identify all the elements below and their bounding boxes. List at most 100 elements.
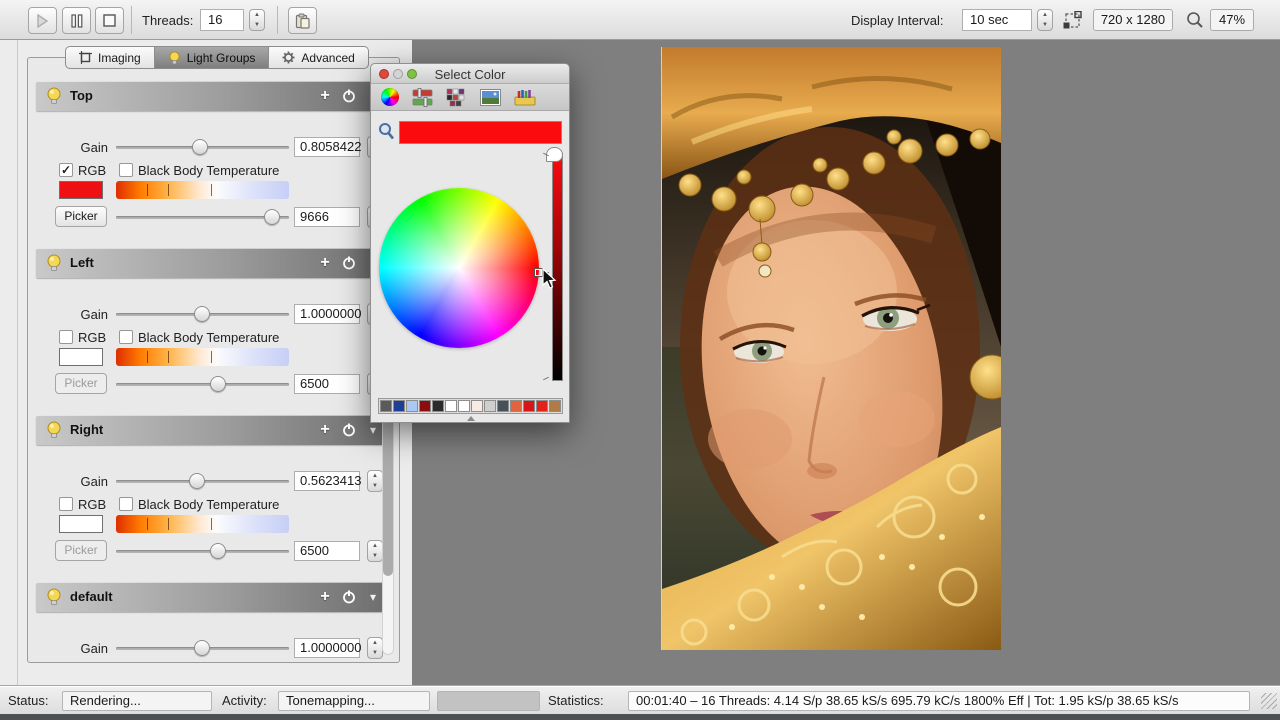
rgb-color-swatch[interactable]: [59, 515, 103, 533]
pause-button[interactable]: [62, 7, 91, 34]
slider-thumb[interactable]: [192, 139, 208, 155]
saved-swatch[interactable]: [523, 400, 535, 412]
color-wheel-tab-icon[interactable]: [381, 88, 399, 106]
lightbulb-icon: [46, 254, 63, 272]
rgb-checkbox[interactable]: [59, 330, 73, 344]
blackbody-gradient-bar[interactable]: [116, 515, 289, 533]
gain-slider[interactable]: [116, 139, 289, 155]
power-icon: [342, 423, 356, 437]
slider-track: [116, 550, 289, 553]
zoom-icon[interactable]: [1186, 11, 1204, 29]
brightness-slider[interactable]: [552, 153, 563, 381]
saved-swatch[interactable]: [406, 400, 418, 412]
light-group-section: Top + ▾ Gain 0.8058422 ▲▼ ✓ RGB Black Bo…: [36, 81, 383, 248]
saved-swatch[interactable]: [432, 400, 444, 412]
light-group-header[interactable]: Top + ▾: [36, 81, 383, 111]
saved-swatch[interactable]: [380, 400, 392, 412]
gain-stepper[interactable]: ▲▼: [367, 637, 383, 659]
gain-value-field[interactable]: 0.8058422: [294, 137, 360, 157]
crayons-icon[interactable]: [514, 88, 536, 106]
slider-thumb[interactable]: [210, 376, 226, 392]
saved-swatch[interactable]: [445, 400, 457, 412]
copy-button[interactable]: [288, 7, 317, 34]
light-group-name: Top: [70, 88, 93, 103]
rgb-checkbox[interactable]: ✓: [59, 163, 73, 177]
dialog-titlebar[interactable]: Select Color: [371, 64, 569, 84]
light-group-header[interactable]: default + ▾: [36, 582, 383, 612]
saved-swatch[interactable]: [549, 400, 561, 412]
saved-swatch[interactable]: [497, 400, 509, 412]
power-toggle-button[interactable]: [340, 421, 358, 439]
slider-thumb[interactable]: [189, 473, 205, 489]
add-light-group-button[interactable]: +: [316, 254, 334, 272]
saved-swatch[interactable]: [471, 400, 483, 412]
saved-swatch[interactable]: [393, 400, 405, 412]
blackbody-gradient-bar[interactable]: [116, 348, 289, 366]
blackbody-checkbox[interactable]: [119, 497, 133, 511]
tab-imaging[interactable]: Imaging: [65, 46, 155, 69]
temperature-slider[interactable]: [116, 543, 289, 559]
panel-splitter[interactable]: [17, 40, 18, 686]
magnifier-icon[interactable]: [378, 122, 395, 140]
gain-slider[interactable]: [116, 473, 289, 489]
resize-grip[interactable]: [1261, 693, 1277, 709]
saved-swatch[interactable]: [484, 400, 496, 412]
temperature-value-field[interactable]: 6500: [294, 541, 360, 561]
temperature-slider[interactable]: [116, 209, 289, 225]
color-wheel[interactable]: [379, 188, 539, 348]
temperature-stepper[interactable]: ▲▼: [367, 540, 383, 562]
swatch-drawer-grip[interactable]: [467, 416, 475, 421]
color-palettes-icon[interactable]: [446, 88, 467, 107]
add-light-group-button[interactable]: +: [316, 421, 334, 439]
saved-swatch[interactable]: [419, 400, 431, 412]
gain-slider[interactable]: [116, 306, 289, 322]
gain-value-field[interactable]: 1.0000000: [294, 304, 360, 324]
temperature-value-field[interactable]: 9666: [294, 207, 360, 227]
slider-thumb[interactable]: [194, 306, 210, 322]
saved-swatch[interactable]: [510, 400, 522, 412]
light-group-header[interactable]: Right + ▾: [36, 415, 383, 445]
tab-label: Advanced: [301, 51, 354, 65]
add-light-group-button[interactable]: +: [316, 87, 334, 105]
gain-value-field[interactable]: 0.5623413: [294, 471, 360, 491]
blackbody-checkbox[interactable]: [119, 163, 133, 177]
picker-button[interactable]: Picker: [55, 540, 107, 561]
window-bottom-edge: [0, 714, 1280, 720]
power-toggle-button[interactable]: [340, 254, 358, 272]
blackbody-checkbox[interactable]: [119, 330, 133, 344]
rgb-color-swatch[interactable]: [59, 181, 103, 199]
tab-advanced[interactable]: Advanced: [269, 46, 368, 69]
power-toggle-button[interactable]: [340, 588, 358, 606]
play-button[interactable]: [28, 7, 57, 34]
threads-stepper[interactable]: ▲▼: [249, 9, 265, 31]
saved-swatch[interactable]: [536, 400, 548, 412]
temperature-slider[interactable]: [116, 376, 289, 392]
picker-button[interactable]: Picker: [55, 373, 107, 394]
collapse-chevron-icon[interactable]: ▾: [364, 588, 382, 606]
saved-swatch[interactable]: [458, 400, 470, 412]
blackbody-gradient-bar[interactable]: [116, 181, 289, 199]
gain-value-field[interactable]: 1.0000000: [294, 638, 360, 658]
stop-button[interactable]: [95, 7, 124, 34]
slider-thumb[interactable]: [194, 640, 210, 656]
rgb-checkbox[interactable]: [59, 497, 73, 511]
rgb-color-swatch[interactable]: [59, 348, 103, 366]
tab-light-groups[interactable]: Light Groups: [155, 46, 270, 69]
collapse-chevron-icon[interactable]: ▾: [364, 421, 382, 439]
gain-label: Gain: [36, 474, 108, 489]
power-toggle-button[interactable]: [340, 87, 358, 105]
slider-thumb[interactable]: [210, 543, 226, 559]
display-interval-stepper[interactable]: ▲▼: [1037, 9, 1053, 31]
threads-input[interactable]: 16: [200, 9, 244, 31]
temperature-value-field[interactable]: 6500: [294, 374, 360, 394]
dialog-toolbar: [371, 84, 569, 111]
color-sliders-icon[interactable]: [412, 88, 433, 107]
image-palettes-icon[interactable]: [480, 89, 501, 106]
gain-slider[interactable]: [116, 640, 289, 656]
picker-button[interactable]: Picker: [55, 206, 107, 227]
light-group-header[interactable]: Left + ▾: [36, 248, 383, 278]
display-interval-input[interactable]: 10 sec: [962, 9, 1032, 31]
gain-stepper[interactable]: ▲▼: [367, 470, 383, 492]
slider-thumb[interactable]: [264, 209, 280, 225]
add-light-group-button[interactable]: +: [316, 588, 334, 606]
